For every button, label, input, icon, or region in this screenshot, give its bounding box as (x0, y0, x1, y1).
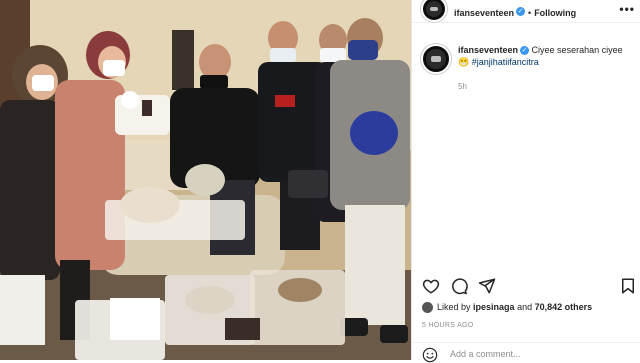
caption-avatar[interactable] (421, 44, 451, 74)
caption-verified-icon: ✓ (520, 46, 530, 56)
liker-avatar[interactable] (422, 302, 433, 314)
post-timestamp[interactable]: 5 HOURS AGO (422, 322, 474, 329)
caption-hashtag[interactable]: #janjihatiifancitra (472, 57, 539, 67)
separator-dot: • (528, 8, 532, 18)
verified-badge-icon: ✓ (516, 7, 526, 17)
likes-connector: and (517, 302, 533, 312)
post-photo[interactable] (0, 0, 411, 360)
post-image (0, 0, 411, 360)
more-options-icon[interactable]: ••• (619, 2, 635, 16)
send-icon[interactable] (478, 277, 496, 295)
likes-count[interactable]: 70,842 others (535, 302, 593, 312)
post-side-panel: ifanseventeen ✓ • Following ••• ifansevente… (411, 0, 640, 363)
heart-icon[interactable] (422, 277, 440, 295)
comment-input[interactable]: Add a comment... (450, 349, 521, 359)
likes-prefix: Liked by (437, 302, 471, 312)
comment-bar: Add a comment... (412, 342, 640, 363)
likes-summary: Liked by ipesinaga and 70,842 others (422, 302, 637, 314)
following-button[interactable]: Following (534, 8, 576, 18)
comment-icon[interactable] (450, 277, 468, 295)
liker-username[interactable]: ipesinaga (473, 302, 515, 312)
caption-username[interactable]: ifanseventeen (458, 45, 518, 55)
emoji-icon[interactable] (422, 347, 438, 363)
bookmark-icon[interactable] (619, 277, 637, 295)
action-bar (422, 277, 637, 295)
author-avatar[interactable] (421, 0, 447, 22)
author-username[interactable]: ifanseventeen (454, 8, 514, 18)
post-header: ifanseventeen ✓ • Following ••• (412, 0, 640, 23)
caption-time[interactable]: 5h (458, 82, 467, 91)
caption: ifanseventeen ✓ Ciyee seserahan ciyee 😁 #… (458, 44, 633, 68)
